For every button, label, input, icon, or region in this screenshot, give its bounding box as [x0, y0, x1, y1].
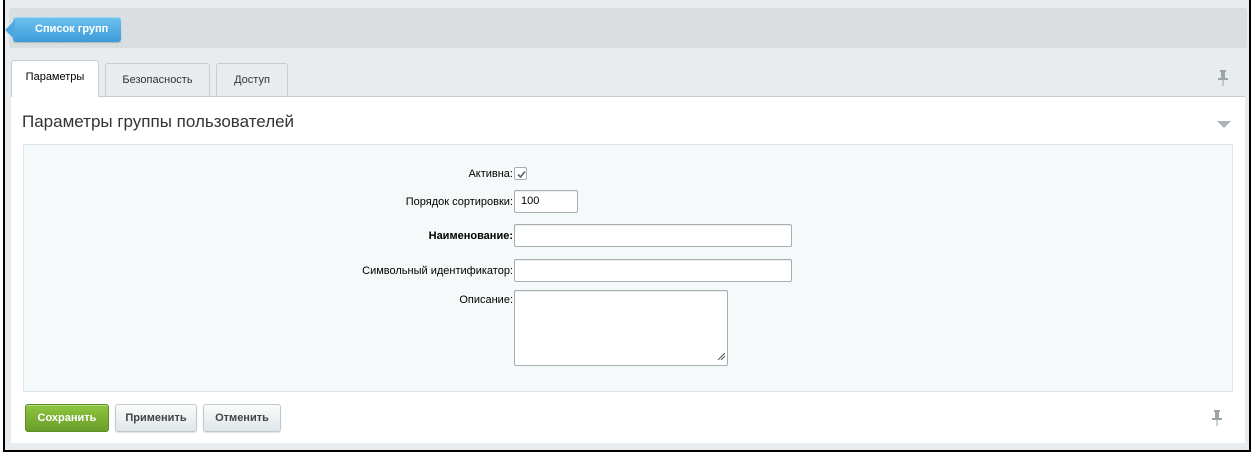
- tab-label: Параметры: [25, 71, 85, 83]
- save-button[interactable]: Сохранить: [25, 404, 109, 432]
- description-textarea[interactable]: [514, 290, 728, 366]
- arrow-left-icon: [5, 20, 15, 40]
- form-area: Активна: Порядок сортировки: 100 Наимено…: [23, 144, 1233, 392]
- check-icon: [517, 170, 526, 179]
- tab-label: Доступ: [234, 74, 270, 86]
- pin-icon[interactable]: [1218, 70, 1228, 86]
- top-toolbar: Список групп: [5, 8, 1247, 48]
- sort-label: Порядок сортировки:: [405, 196, 513, 208]
- tab-access[interactable]: Доступ: [216, 63, 288, 96]
- tab-security[interactable]: Безопасность: [105, 63, 210, 96]
- pin-icon[interactable]: [1212, 410, 1222, 426]
- section-title: Параметры группы пользователей: [22, 112, 295, 131]
- active-checkbox[interactable]: [514, 167, 527, 180]
- name-input[interactable]: [514, 224, 792, 247]
- tab-parameters[interactable]: Параметры: [11, 60, 99, 97]
- resize-handle-icon[interactable]: [717, 349, 726, 363]
- admin-window: Список групп Параметры Безопасность Дост…: [3, 0, 1251, 452]
- cancel-button[interactable]: Отменить: [203, 404, 281, 432]
- parameters-panel: Параметры группы пользователей Активна: …: [11, 96, 1245, 443]
- back-to-groups-button[interactable]: Список групп: [5, 17, 122, 42]
- code-label: Символьный идентификатор:: [362, 265, 513, 277]
- back-button-label: Список групп: [35, 23, 109, 35]
- tab-label: Безопасность: [122, 74, 193, 86]
- chevron-down-icon[interactable]: [1217, 118, 1231, 132]
- sort-input[interactable]: 100: [514, 190, 578, 213]
- description-label: Описание:: [459, 294, 513, 306]
- name-label: Наименование:: [428, 230, 513, 242]
- apply-button[interactable]: Применить: [115, 404, 197, 432]
- active-label: Активна:: [468, 168, 513, 180]
- code-input[interactable]: [514, 259, 792, 282]
